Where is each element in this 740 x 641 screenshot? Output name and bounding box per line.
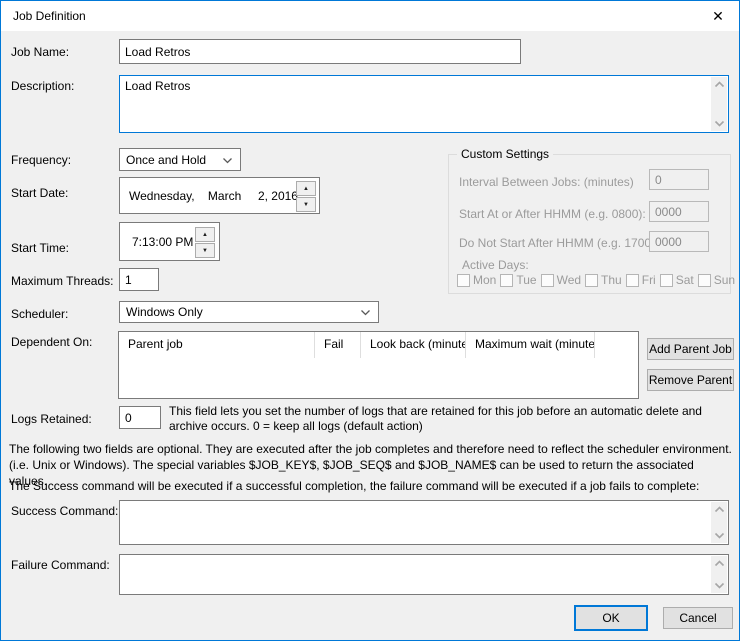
day-checkbox[interactable]: [500, 274, 513, 287]
start-date-label: Start Date:: [11, 186, 68, 200]
success-command-scrollbar[interactable]: [711, 502, 727, 543]
success-failure-note: The Success command will be executed if …: [9, 478, 735, 494]
logs-retained-input[interactable]: [119, 406, 161, 429]
frequency-label: Frequency:: [11, 153, 71, 167]
day-checkbox[interactable]: [660, 274, 673, 287]
day-label: Mon: [473, 273, 496, 287]
active-days-label: Active Days:: [462, 258, 529, 272]
start-date-spinner: ▲ ▼: [296, 181, 316, 212]
scroll-down-icon[interactable]: [714, 532, 725, 539]
column-header-look-back[interactable]: Look back (minutes): [361, 332, 466, 358]
active-day-mon: Mon: [457, 273, 496, 287]
interval-label: Interval Between Jobs: (minutes): [459, 175, 634, 189]
dialog-title: Job Definition: [13, 9, 86, 23]
custom-settings-group: Custom Settings Interval Between Jobs: (…: [448, 154, 731, 294]
start-date-value: Wednesday, March 2, 2016: [129, 189, 298, 203]
success-command-textarea[interactable]: [119, 500, 729, 545]
active-day-tue: Tue: [500, 273, 536, 287]
description-text: Load Retros: [125, 79, 708, 93]
column-header-parent-job[interactable]: Parent job: [119, 332, 315, 358]
dependent-on-label: Dependent On:: [11, 335, 92, 349]
active-day-sat: Sat: [660, 273, 694, 287]
close-icon[interactable]: ✕: [707, 6, 729, 26]
cancel-button[interactable]: Cancel: [663, 607, 733, 629]
start-time-label: Start Time:: [11, 241, 69, 255]
day-label: Thu: [601, 273, 622, 287]
maximum-threads-label: Maximum Threads:: [11, 274, 113, 288]
day-label: Fri: [642, 273, 656, 287]
scroll-up-icon[interactable]: [714, 81, 725, 88]
day-checkbox[interactable]: [457, 274, 470, 287]
start-at-label: Start At or After HHMM (e.g. 0800):: [459, 207, 646, 221]
day-label: Sat: [676, 273, 694, 287]
start-date-field[interactable]: Wednesday, March 2, 2016 ▲ ▼: [119, 177, 320, 214]
scroll-down-icon[interactable]: [714, 120, 725, 127]
list-header: Parent job Fail Look back (minutes) Maxi…: [119, 332, 638, 358]
custom-settings-title: Custom Settings: [457, 147, 553, 161]
scroll-up-icon[interactable]: [714, 560, 725, 567]
start-time-field[interactable]: 7:13:00 PM ▲ ▼: [119, 222, 220, 261]
column-header-maximum-wait[interactable]: Maximum wait (minutes): [466, 332, 595, 358]
spin-down-icon[interactable]: ▼: [195, 243, 215, 258]
success-command-label: Success Command:: [11, 504, 118, 518]
column-header-fail[interactable]: Fail: [315, 332, 361, 358]
day-label: Tue: [516, 273, 536, 287]
active-days-row: Mon Tue Wed Thu Fri Sat Sun: [457, 273, 739, 287]
dependent-on-list[interactable]: Parent job Fail Look back (minutes) Maxi…: [118, 331, 639, 399]
day-label: Wed: [557, 273, 581, 287]
failure-command-label: Failure Command:: [11, 558, 110, 572]
day-checkbox[interactable]: [585, 274, 598, 287]
ok-button[interactable]: OK: [574, 605, 648, 631]
description-textarea[interactable]: Load Retros: [119, 75, 729, 133]
scheduler-value: Windows Only: [126, 305, 203, 319]
start-time-spinner: ▲ ▼: [195, 227, 215, 258]
job-name-label: Job Name:: [11, 45, 69, 59]
interval-input: [649, 169, 709, 190]
failure-command-textarea[interactable]: [119, 554, 729, 595]
chevron-down-icon: [222, 157, 233, 164]
failure-command-scrollbar[interactable]: [711, 556, 727, 593]
active-day-wed: Wed: [541, 273, 581, 287]
day-checkbox[interactable]: [541, 274, 554, 287]
frequency-value: Once and Hold: [126, 153, 206, 167]
chevron-down-icon: [360, 309, 371, 316]
description-label: Description:: [11, 79, 74, 93]
active-day-thu: Thu: [585, 273, 622, 287]
start-time-value: 7:13:00 PM: [132, 235, 193, 249]
spin-up-icon[interactable]: ▲: [296, 181, 316, 196]
active-day-fri: Fri: [626, 273, 656, 287]
day-label: Sun: [714, 273, 735, 287]
day-checkbox[interactable]: [626, 274, 639, 287]
remove-parent-button[interactable]: Remove Parent: [647, 369, 734, 391]
frequency-dropdown[interactable]: Once and Hold: [119, 148, 241, 171]
scroll-down-icon[interactable]: [714, 582, 725, 589]
description-scrollbar[interactable]: [711, 77, 727, 131]
no-start-after-input: [649, 231, 709, 252]
logs-retained-help: This field lets you set the number of lo…: [169, 404, 731, 434]
add-parent-job-button[interactable]: Add Parent Job: [647, 338, 734, 360]
job-name-input[interactable]: [119, 39, 521, 64]
scheduler-label: Scheduler:: [11, 307, 68, 321]
no-start-after-label: Do Not Start After HHMM (e.g. 1700):: [459, 236, 658, 250]
scheduler-dropdown[interactable]: Windows Only: [119, 301, 379, 323]
start-at-input: [649, 201, 709, 222]
active-day-sun: Sun: [698, 273, 735, 287]
scroll-up-icon[interactable]: [714, 506, 725, 513]
job-definition-dialog: Job Definition ✕ Job Name: Description: …: [0, 0, 740, 641]
day-checkbox[interactable]: [698, 274, 711, 287]
spin-down-icon[interactable]: ▼: [296, 197, 316, 212]
title-bar: Job Definition ✕: [1, 1, 739, 31]
spin-up-icon[interactable]: ▲: [195, 227, 215, 242]
logs-retained-label: Logs Retained:: [11, 412, 92, 426]
maximum-threads-input[interactable]: [119, 268, 159, 291]
